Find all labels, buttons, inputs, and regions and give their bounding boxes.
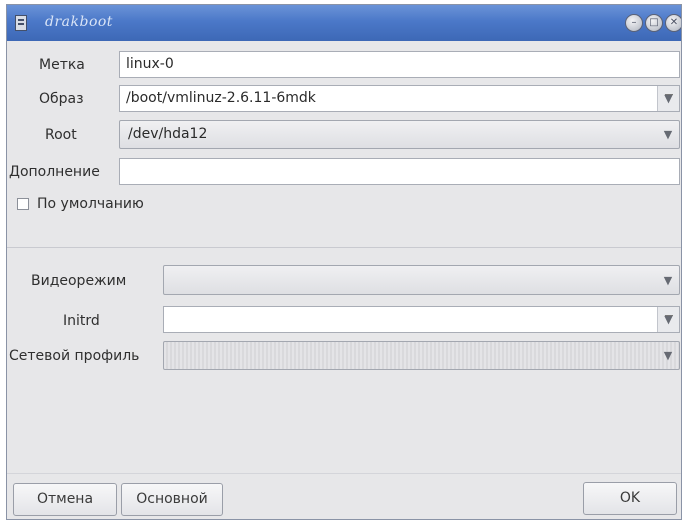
root-field-label: Root xyxy=(45,127,77,143)
label-field-label: Метка xyxy=(39,57,85,73)
label-input[interactable]: linux-0 xyxy=(119,51,680,78)
chevron-down-icon[interactable]: ▼ xyxy=(657,121,679,148)
video-field-label: Видеорежим xyxy=(31,273,127,289)
network-profile-combo[interactable]: ▼ xyxy=(163,341,680,370)
drakboot-dialog: drakboot – □ ✕ Метка linux-0 Образ /boot… xyxy=(6,4,682,520)
image-value: /boot/vmlinuz-2.6.11-6mdk xyxy=(126,90,316,106)
initrd-field-label: Initrd xyxy=(63,313,100,329)
window-title: drakboot xyxy=(45,14,113,30)
root-combo[interactable]: /dev/hda12 ▼ xyxy=(119,120,680,149)
dialog-content: Метка linux-0 Образ /boot/vmlinuz-2.6.11… xyxy=(7,41,681,519)
close-icon[interactable]: ✕ xyxy=(665,14,681,32)
chevron-down-icon[interactable]: ▼ xyxy=(657,307,679,332)
button-bar-divider xyxy=(7,473,681,474)
default-checkbox[interactable] xyxy=(17,198,29,210)
title-bar[interactable]: drakboot – □ ✕ xyxy=(7,5,681,41)
minimize-icon[interactable]: – xyxy=(625,14,643,32)
basic-button[interactable]: Основной xyxy=(121,483,223,516)
image-combo[interactable]: /boot/vmlinuz-2.6.11-6mdk ▼ xyxy=(119,85,680,112)
append-field-label: Дополнение xyxy=(9,164,100,180)
maximize-icon[interactable]: □ xyxy=(645,14,663,32)
append-input[interactable] xyxy=(119,158,680,185)
network-profile-field-label: Сетевой профиль xyxy=(9,348,140,364)
chevron-down-icon[interactable]: ▼ xyxy=(657,342,679,369)
root-value: /dev/hda12 xyxy=(128,126,208,142)
default-checkbox-label[interactable]: По умолчанию xyxy=(37,196,144,212)
chevron-down-icon[interactable]: ▼ xyxy=(657,266,679,294)
chevron-down-icon[interactable]: ▼ xyxy=(657,86,679,111)
divider xyxy=(7,247,681,248)
ok-button[interactable]: OK xyxy=(583,482,677,515)
app-icon xyxy=(15,15,27,31)
image-field-label: Образ xyxy=(39,91,84,107)
cancel-button[interactable]: Отмена xyxy=(13,483,117,516)
initrd-combo[interactable]: ▼ xyxy=(163,306,680,333)
video-combo[interactable]: ▼ xyxy=(163,265,680,295)
